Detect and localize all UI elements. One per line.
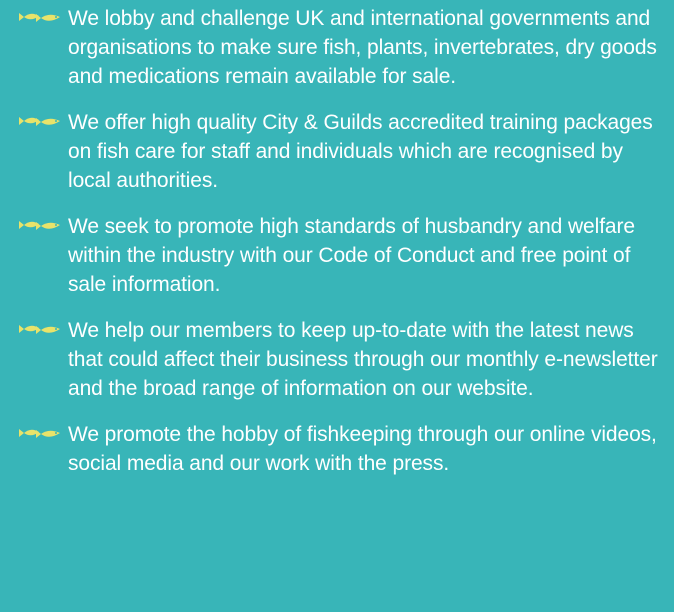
- list-item-text: We promote the hobby of fishkeeping thro…: [68, 423, 657, 475]
- list-item: We promote the hobby of fishkeeping thro…: [0, 420, 674, 478]
- list-item: We help our members to keep up-to-date w…: [0, 316, 674, 403]
- list-item-text: We seek to promote high standards of hus…: [68, 215, 635, 296]
- list-item-text: We offer high quality City & Guilds accr…: [68, 111, 653, 192]
- fish-icon: [19, 325, 60, 334]
- list-item: We offer high quality City & Guilds accr…: [0, 108, 674, 195]
- list-item-text: We lobby and challenge UK and internatio…: [68, 7, 657, 88]
- fish-icon: [19, 117, 60, 126]
- list-item-text: We help our members to keep up-to-date w…: [68, 319, 658, 400]
- fish-icon: [19, 429, 60, 438]
- list-item: We lobby and challenge UK and internatio…: [0, 4, 674, 91]
- list-item: We seek to promote high standards of hus…: [0, 212, 674, 299]
- fish-icon: [19, 221, 60, 230]
- benefits-list: We lobby and challenge UK and internatio…: [0, 0, 674, 478]
- fish-icon: [19, 13, 60, 22]
